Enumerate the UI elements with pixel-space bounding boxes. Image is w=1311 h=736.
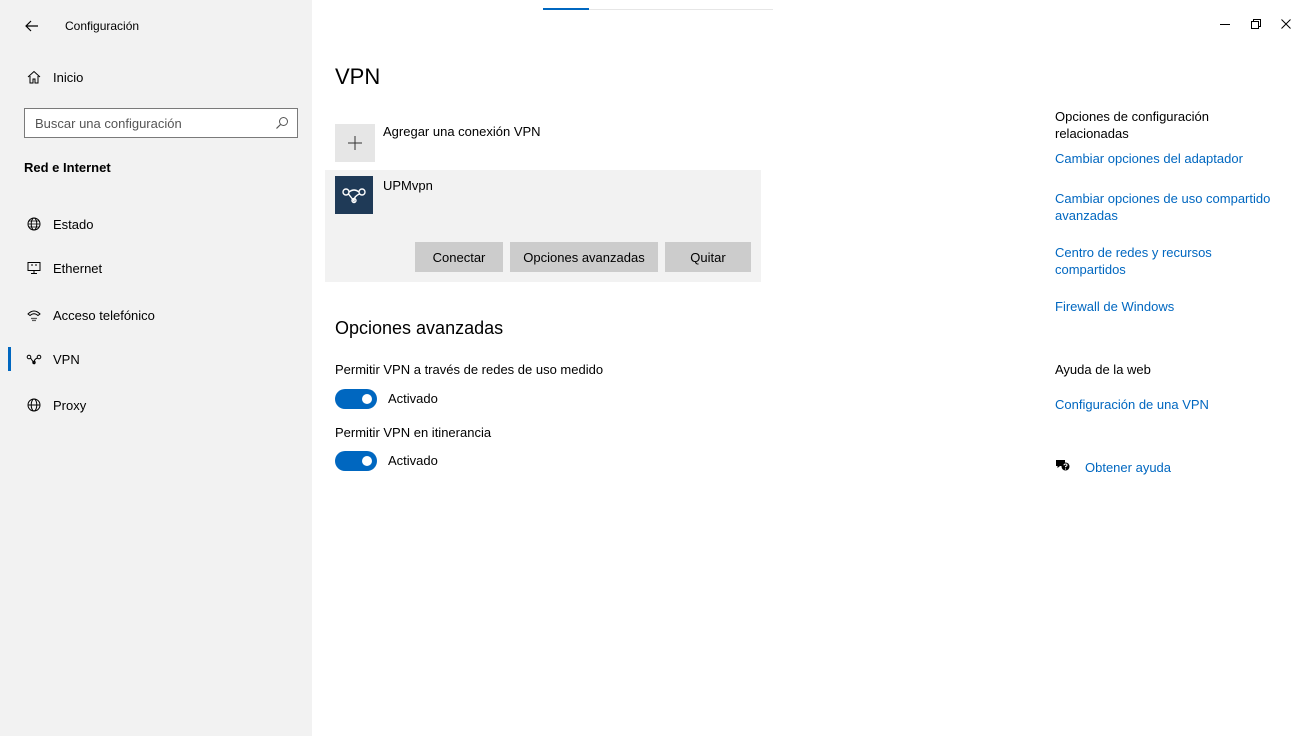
- app-title: Configuración: [65, 19, 140, 33]
- page-title: VPN: [335, 64, 381, 89]
- link-vpn-setup-help[interactable]: Configuración de una VPN: [1055, 396, 1285, 413]
- roaming-option-label: Permitir VPN en itinerancia: [335, 425, 492, 440]
- remove-button[interactable]: Quitar: [665, 242, 751, 272]
- sidebar-item-home[interactable]: Inicio: [0, 57, 312, 97]
- plus-icon: [335, 124, 375, 162]
- add-vpn-label: Agregar una conexión VPN: [383, 124, 541, 139]
- sidebar-item-label: VPN: [53, 351, 80, 367]
- proxy-globe-icon: [26, 397, 42, 413]
- vpn-connection-icon: [335, 176, 373, 214]
- sidebar-item-label: Inicio: [53, 69, 84, 85]
- toggle-knob: [362, 456, 372, 466]
- section-title: Red e Internet: [24, 160, 111, 175]
- active-indicator: [8, 347, 11, 371]
- search-placeholder: Buscar una configuración: [35, 116, 182, 131]
- link-windows-firewall[interactable]: Firewall de Windows: [1055, 298, 1285, 315]
- sidebar-item-label: Estado: [53, 216, 94, 232]
- advanced-options-heading: Opciones avanzadas: [335, 318, 504, 338]
- status-globe-icon: [26, 216, 42, 232]
- sidebar-item-label: Ethernet: [53, 260, 103, 276]
- get-help-label: Obtener ayuda: [1085, 459, 1172, 475]
- link-network-sharing-center[interactable]: Centro de redes y recursos compartidos: [1055, 244, 1245, 278]
- sidebar-item-proxy[interactable]: Proxy: [0, 385, 312, 425]
- vpn-icon: [26, 351, 42, 367]
- add-vpn-button[interactable]: Agregar una conexión VPN: [335, 122, 735, 162]
- vpn-connection-card[interactable]: UPMvpn Conectar Opciones avanzadas Quita…: [325, 170, 761, 282]
- sidebar: Configuración Inicio Buscar una configur…: [0, 0, 312, 736]
- metered-option-label: Permitir VPN a través de redes de uso me…: [335, 362, 604, 377]
- sidebar-item-ethernet[interactable]: Ethernet: [0, 248, 312, 288]
- vpn-connection-name: UPMvpn: [383, 178, 433, 193]
- sidebar-item-label: Acceso telefónico: [53, 307, 155, 323]
- advanced-options-button[interactable]: Opciones avanzadas: [510, 242, 658, 272]
- web-help-heading: Ayuda de la web: [1055, 362, 1151, 377]
- help-chat-icon: [1055, 457, 1071, 478]
- connect-button[interactable]: Conectar: [415, 242, 503, 272]
- get-help-link[interactable]: Obtener ayuda: [1055, 458, 1171, 476]
- top-divider: [589, 9, 773, 10]
- ethernet-icon: [26, 260, 42, 276]
- related-settings-heading: Opciones de configuración relacionadas: [1055, 109, 1209, 141]
- restore-icon[interactable]: [1246, 14, 1266, 34]
- sidebar-item-dialup[interactable]: Acceso telefónico: [0, 295, 312, 335]
- metered-toggle[interactable]: [335, 389, 377, 409]
- minimize-icon[interactable]: [1215, 14, 1235, 34]
- link-adapter-options[interactable]: Cambiar opciones del adaptador: [1055, 150, 1285, 167]
- sidebar-item-estado[interactable]: Estado: [0, 204, 312, 244]
- metered-toggle-state: Activado: [388, 391, 438, 406]
- link-advanced-sharing[interactable]: Cambiar opciones de uso compartido avanz…: [1055, 190, 1290, 224]
- search-input[interactable]: Buscar una configuración: [24, 108, 298, 138]
- roaming-toggle[interactable]: [335, 451, 377, 471]
- roaming-toggle-state: Activado: [388, 453, 438, 468]
- dialup-icon: [26, 307, 42, 323]
- sidebar-item-label: Proxy: [53, 397, 87, 413]
- back-arrow-icon[interactable]: [22, 16, 42, 36]
- close-icon[interactable]: [1276, 14, 1296, 34]
- search-icon: [275, 116, 289, 130]
- toggle-knob: [362, 394, 372, 404]
- top-tab-indicator: [543, 8, 589, 10]
- home-icon: [26, 69, 42, 85]
- sidebar-item-vpn[interactable]: VPN: [0, 339, 312, 379]
